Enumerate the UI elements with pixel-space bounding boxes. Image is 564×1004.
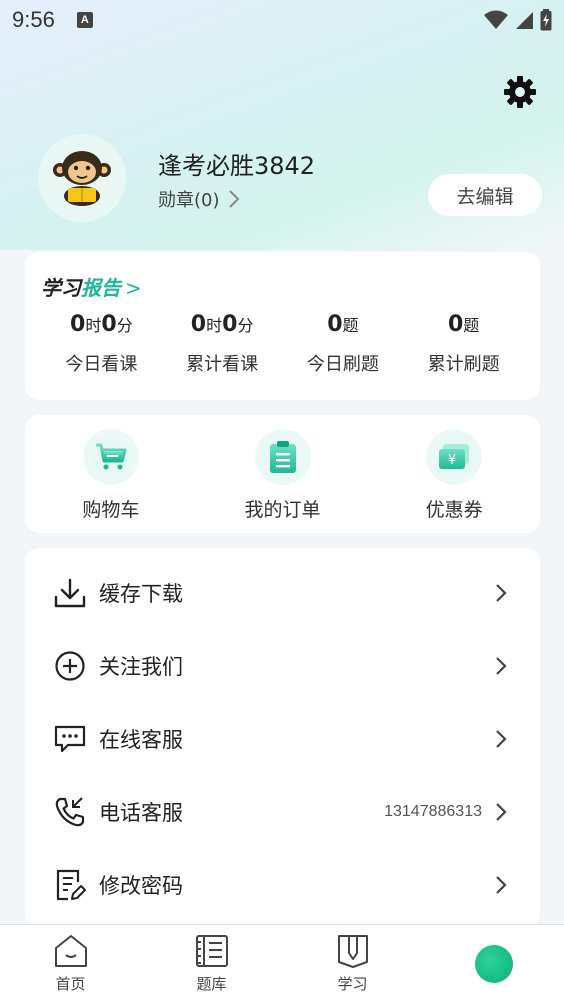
menu-item-phone-service[interactable]: 电话客服 13147886313 (25, 775, 540, 848)
nav-label: 学习 (337, 975, 368, 993)
avatar[interactable] (38, 134, 126, 222)
menu-item-change-password[interactable]: 修改密码 (25, 848, 540, 921)
stat-label: 今日刷题 (306, 354, 379, 375)
plus-circle-icon (53, 649, 87, 683)
menu-item-follow-us[interactable]: 关注我们 (25, 629, 540, 702)
stat-value: 0时0分 (190, 312, 254, 337)
download-icon (53, 576, 87, 610)
signal-icon (516, 12, 533, 29)
my-orders-button[interactable]: 我的订单 (197, 415, 369, 533)
stat-today-watch: 0时0分 今日看课 (41, 310, 162, 376)
stat-label: 累计看课 (186, 354, 259, 375)
notification-icon: A (76, 12, 93, 28)
nav-label: 首页 (55, 975, 86, 993)
menu-item-download[interactable]: 缓存下载 (25, 556, 540, 629)
cart-button[interactable]: 购物车 (25, 415, 197, 533)
question-bank-icon (195, 935, 228, 967)
stat-value: 0题 (447, 312, 480, 337)
home-icon (54, 935, 87, 967)
wifi-icon (484, 10, 508, 29)
study-report-link[interactable]: 学习报告 > (41, 272, 142, 301)
study-report-card: 学习报告 > 0时0分 今日看课 0时0分 累计看课 0题 今日刷题 0题 累计刷… (25, 252, 540, 400)
nav-label: 题库 (196, 975, 227, 993)
stat-today-questions: 0题 今日刷题 (283, 310, 404, 376)
cart-icon (82, 429, 139, 485)
report-title-part2: 报告 (81, 276, 121, 300)
bottom-nav: 首页 题库 学习 (0, 924, 564, 1004)
nav-question-bank[interactable]: 题库 (141, 925, 282, 1004)
nav-home[interactable]: 首页 (0, 925, 141, 1004)
medal-text: 勋章(0) (158, 190, 220, 211)
menu-item-label: 关注我们 (99, 654, 183, 679)
medal-link[interactable]: 勋章(0) (158, 186, 240, 212)
shop-card: 购物车 我的订单 ¥ 优惠券 (25, 415, 540, 533)
svg-text:¥: ¥ (448, 453, 456, 468)
stat-total-watch: 0时0分 累计看课 (162, 310, 283, 376)
phone-number: 13147886313 (384, 802, 482, 820)
report-stats: 0时0分 今日看课 0时0分 累计看课 0题 今日刷题 0题 累计刷题 (41, 310, 524, 376)
username: 逢考必胜3842 (158, 152, 316, 180)
report-title-part1: 学习 (41, 276, 81, 300)
chevron-right-icon (496, 729, 507, 748)
menu-item-online-service[interactable]: 在线客服 (25, 702, 540, 775)
coupon-label: 优惠券 (425, 499, 483, 521)
stat-value: 0时0分 (70, 312, 133, 337)
settings-gear-icon[interactable] (502, 74, 538, 110)
edit-document-icon (53, 868, 87, 902)
stat-value: 0题 (327, 312, 359, 337)
stat-label: 累计刷题 (427, 354, 500, 375)
my-orders-label: 我的订单 (244, 499, 321, 521)
edit-profile-button[interactable]: 去编辑 (428, 174, 542, 216)
menu-item-label: 电话客服 (99, 800, 183, 825)
nav-profile[interactable] (423, 925, 564, 1004)
stat-label: 今日看课 (65, 354, 138, 375)
chevron-right-icon (496, 802, 507, 821)
menu-item-label: 修改密码 (99, 873, 183, 898)
status-time: 9:56 (12, 7, 55, 32)
profile-section: 逢考必胜3842 勋章(0) 去编辑 (38, 134, 542, 224)
menu-card: 缓存下载 关注我们 在线客服 电话客服 13147886313 修改密码 (25, 548, 540, 928)
profile-active-icon (474, 945, 513, 983)
cart-label: 购物车 (82, 499, 140, 521)
stat-total-questions: 0题 累计刷题 (403, 310, 524, 376)
battery-icon (540, 9, 552, 31)
monkey-avatar-icon (53, 151, 111, 206)
menu-item-label: 缓存下载 (99, 581, 183, 606)
coupon-button[interactable]: ¥ 优惠券 (368, 415, 540, 533)
chevron-right-icon (496, 583, 507, 602)
chevron-right-icon (496, 656, 507, 675)
status-bar: 9:56 A (0, 0, 564, 40)
order-clipboard-icon (254, 429, 311, 485)
chat-icon (53, 722, 87, 756)
phone-icon (53, 795, 87, 829)
status-icons (484, 9, 552, 31)
report-arrow: > (125, 276, 142, 300)
chevron-right-icon (228, 190, 239, 208)
chevron-right-icon (496, 875, 507, 894)
study-icon (337, 935, 368, 968)
menu-item-label: 在线客服 (99, 727, 183, 752)
nav-study[interactable]: 学习 (282, 925, 423, 1004)
coupon-yen-icon: ¥ (426, 429, 483, 485)
